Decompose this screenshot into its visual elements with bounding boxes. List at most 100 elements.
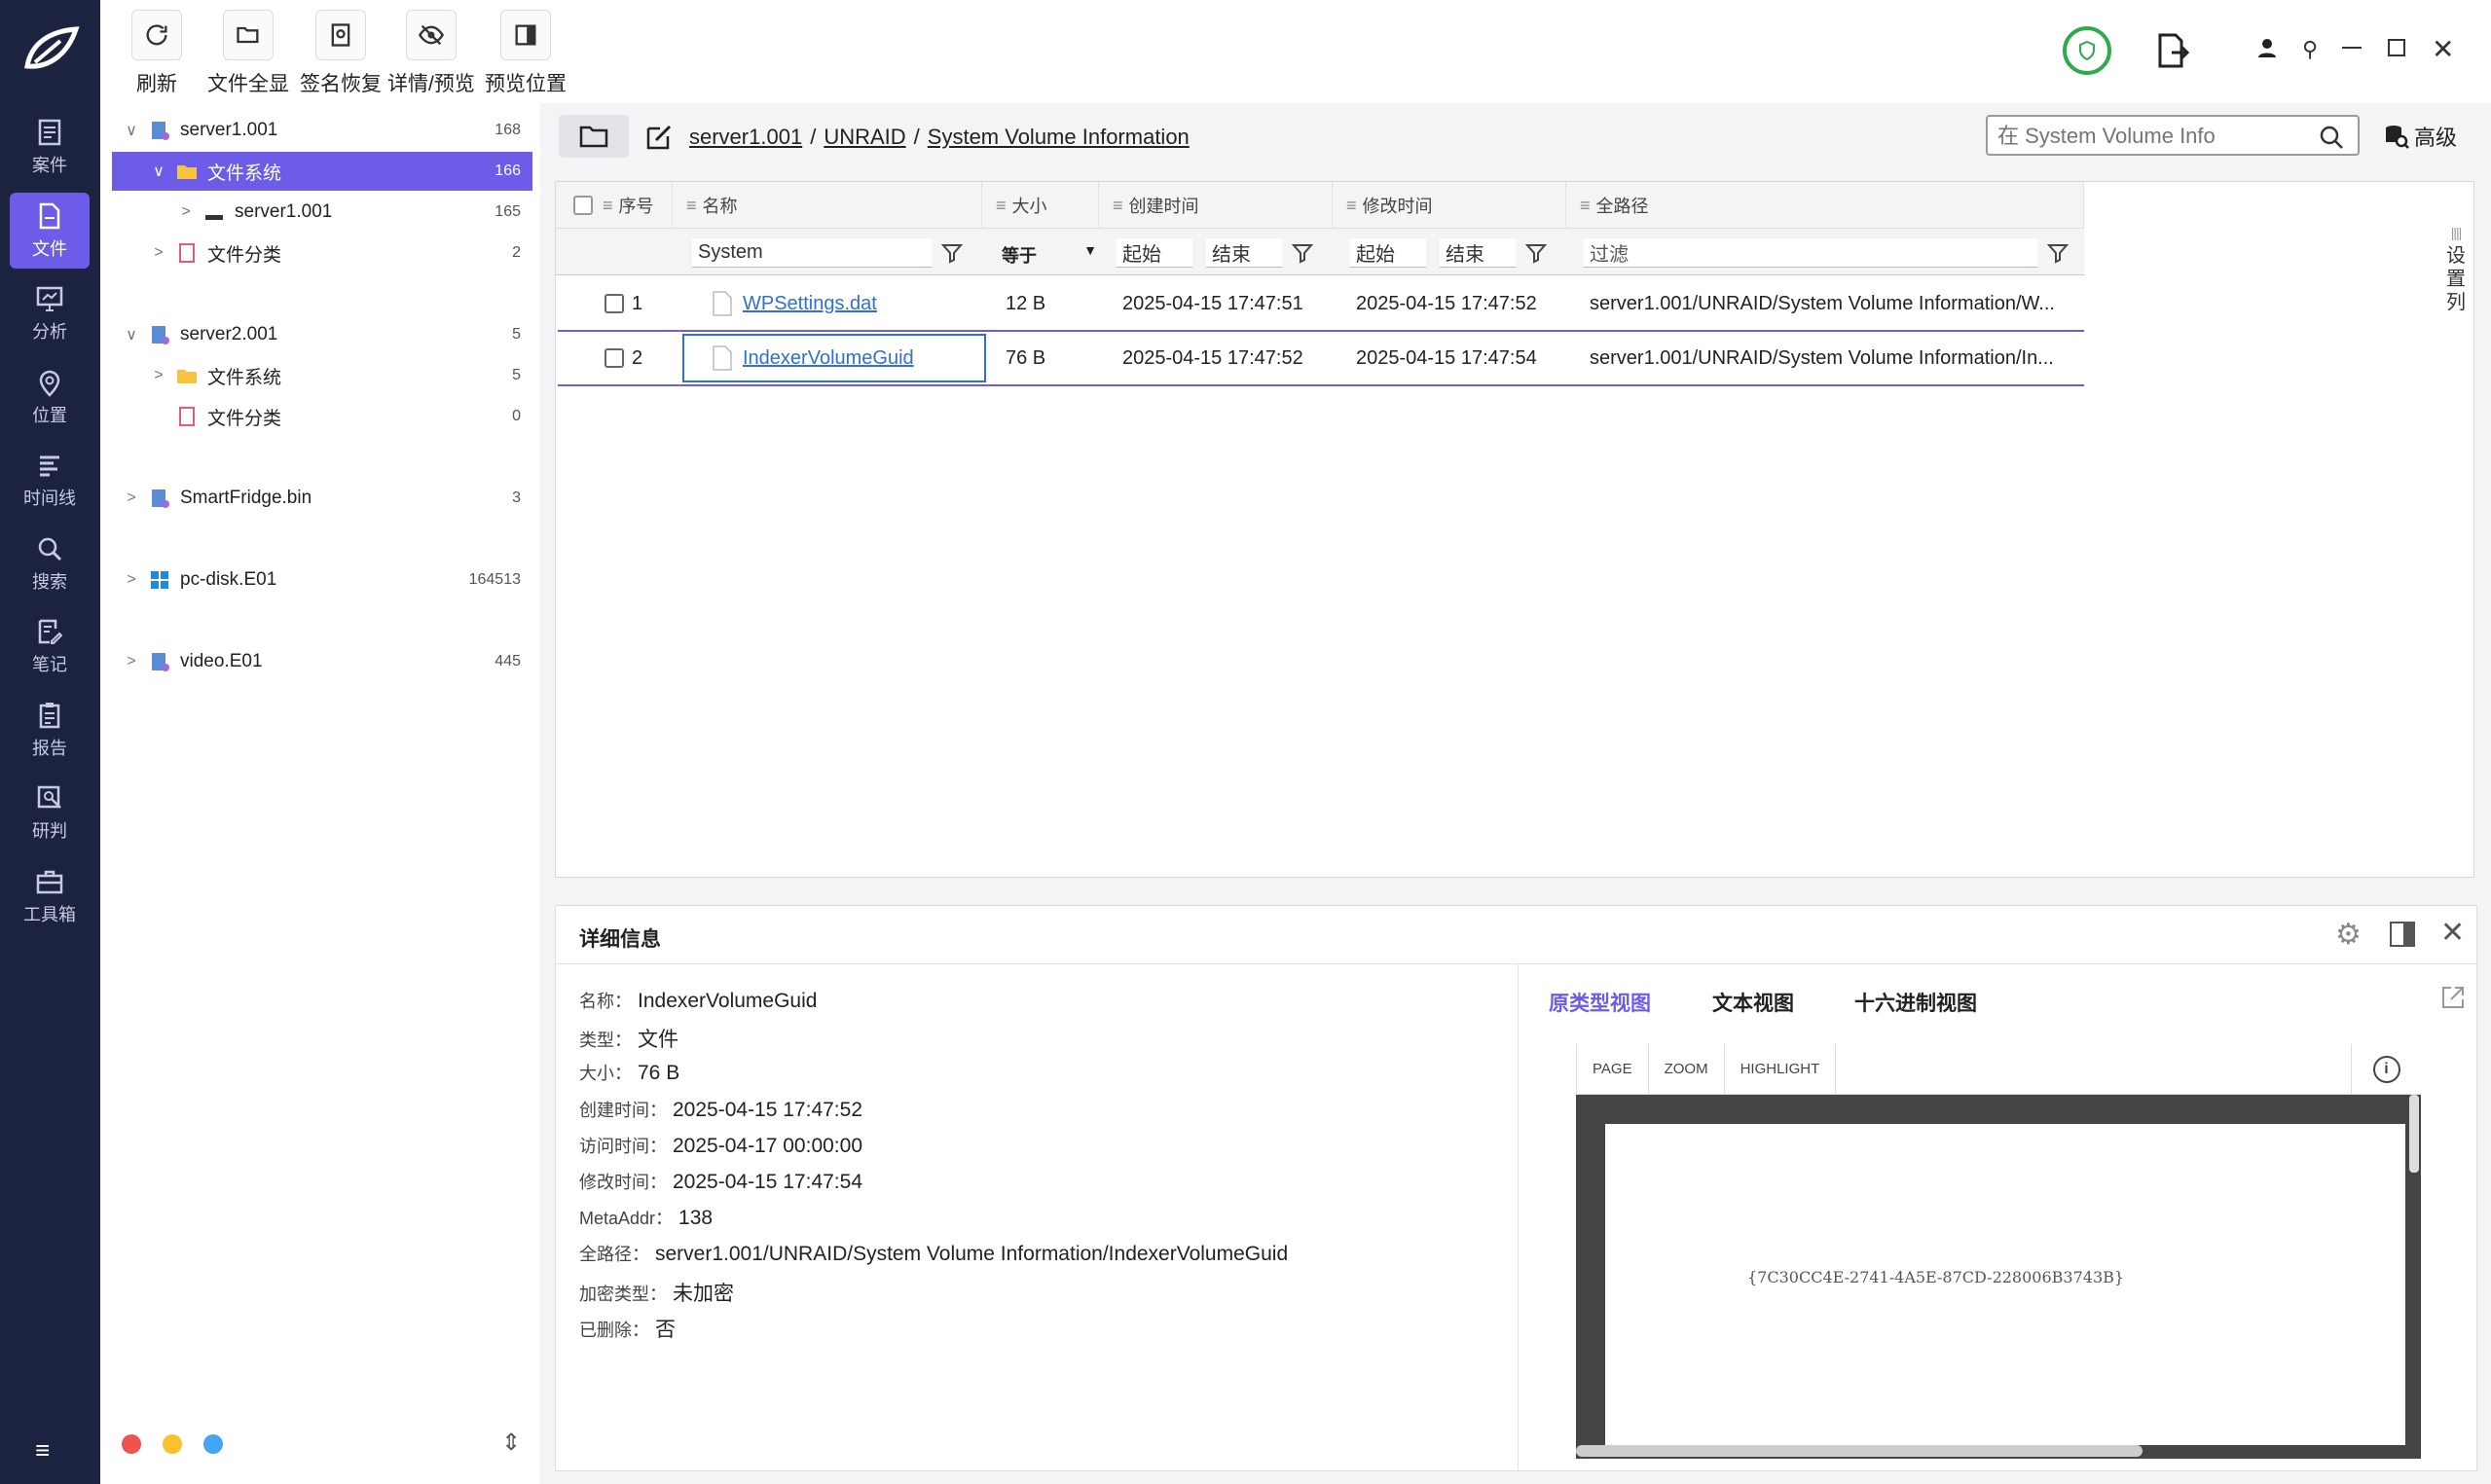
- user-icon[interactable]: [2256, 37, 2278, 58]
- row-checkbox[interactable]: [604, 348, 624, 368]
- tab-text-view[interactable]: 文本视图: [1712, 988, 1794, 1017]
- tab-native-view[interactable]: 原类型视图: [1549, 988, 1651, 1017]
- viewer-zoom-button[interactable]: ZOOM: [1649, 1043, 1725, 1095]
- open-external-icon[interactable]: [2439, 984, 2467, 1011]
- dot-yellow[interactable]: [163, 1434, 182, 1454]
- tree-node[interactable]: > server1.001 165: [112, 193, 532, 232]
- advanced-search-button[interactable]: 高级: [2383, 121, 2457, 152]
- tree-node[interactable]: ∨ server2.001 5: [112, 315, 532, 354]
- breadcrumb-part[interactable]: System Volume Information: [928, 125, 1190, 150]
- tree-node[interactable]: ∨ 文件系统 166: [112, 152, 532, 191]
- table-row[interactable]: 2 IndexerVolumeGuid 76 B 2025-04-15 17:4…: [558, 332, 2084, 386]
- export-icon[interactable]: [2154, 31, 2190, 70]
- panel-layout-icon[interactable]: [2390, 922, 2415, 947]
- folder-button[interactable]: [559, 115, 629, 158]
- select-all-checkbox[interactable]: [573, 196, 593, 215]
- tree-node[interactable]: > pc-disk.E01 164513: [112, 561, 532, 599]
- nav-item-report[interactable]: 报告: [10, 692, 90, 768]
- filter-icon[interactable]: [2047, 242, 2069, 264]
- nav-item-toolbox[interactable]: 工具箱: [10, 858, 90, 934]
- chevron-icon[interactable]: >: [122, 653, 141, 670]
- tree-node[interactable]: > video.E01 445: [112, 642, 532, 681]
- viewer-scrollbar-v[interactable]: [2409, 1095, 2419, 1173]
- ctime-start-input[interactable]: 起始: [1117, 238, 1192, 268]
- header-mtime[interactable]: ≡ 修改时间: [1333, 182, 1566, 229]
- left-nav: 案件 文件 分析位置 时间线 搜索 笔记报告 研判 工具箱 ≡: [0, 0, 100, 1484]
- tree-node[interactable]: 文件分类 0: [112, 397, 532, 436]
- gear-icon[interactable]: ⚙: [2335, 918, 2362, 952]
- chevron-icon[interactable]: >: [122, 489, 141, 507]
- refresh-button[interactable]: 刷新: [131, 10, 182, 97]
- nav-item-note[interactable]: 笔记: [10, 608, 90, 684]
- search-icon[interactable]: [2319, 125, 2344, 150]
- row-checkbox[interactable]: [604, 294, 624, 313]
- signature-recovery-button[interactable]: 签名恢复: [300, 10, 382, 97]
- tree-node[interactable]: ∨ server1.001 168: [112, 111, 532, 150]
- close-icon[interactable]: ✕: [2440, 916, 2465, 950]
- disk-image-icon: [152, 326, 169, 344]
- filter-icon[interactable]: [1525, 242, 1547, 264]
- close-window-icon[interactable]: ✕: [2432, 33, 2454, 65]
- path-filter-input[interactable]: 过滤: [1584, 238, 2037, 268]
- chevron-icon[interactable]: ∨: [122, 121, 141, 140]
- viewer-scrollbar-h[interactable]: [1576, 1445, 2143, 1457]
- search-input[interactable]: [1997, 123, 2299, 150]
- edit-path-icon[interactable]: [644, 123, 674, 152]
- mtime-end-input[interactable]: 结束: [1440, 238, 1516, 268]
- tree-node-label: 文件系统: [207, 367, 282, 388]
- toolbox-icon: [36, 870, 63, 893]
- nav-item-search[interactable]: 搜索: [10, 525, 90, 601]
- breadcrumb-part[interactable]: server1.001: [689, 125, 802, 150]
- nav-item-location[interactable]: 位置: [10, 359, 90, 435]
- nav-item-judge[interactable]: 研判: [10, 775, 90, 851]
- nav-item-case[interactable]: 案件: [10, 109, 90, 185]
- chevron-icon[interactable]: >: [122, 571, 141, 589]
- file-link[interactable]: IndexerVolumeGuid: [743, 347, 914, 370]
- breadcrumb-part[interactable]: UNRAID: [824, 125, 905, 150]
- tree-node[interactable]: > 文件分类 2: [112, 234, 532, 272]
- dot-red[interactable]: [122, 1434, 141, 1454]
- info-icon[interactable]: i: [2351, 1044, 2421, 1095]
- viewer-highlight-button[interactable]: HIGHLIGHT: [1725, 1043, 1837, 1095]
- minimize-icon[interactable]: [2342, 47, 2362, 49]
- nav-item-analysis[interactable]: 分析: [10, 275, 90, 351]
- tab-hex-view[interactable]: 十六进制视图: [1854, 988, 1977, 1017]
- chevron-icon[interactable]: ∨: [122, 325, 141, 344]
- header-index[interactable]: ≡ 序号: [556, 182, 673, 229]
- name-filter-input[interactable]: System: [692, 238, 932, 268]
- pin-icon[interactable]: ⚲: [2302, 37, 2318, 62]
- menu-icon[interactable]: ≡: [35, 1437, 64, 1463]
- dot-blue[interactable]: [203, 1434, 223, 1454]
- filter-icon[interactable]: [941, 242, 963, 264]
- viewer-page-button[interactable]: PAGE: [1576, 1043, 1649, 1095]
- restore-icon[interactable]: [2388, 39, 2405, 56]
- chevron-icon[interactable]: >: [149, 244, 168, 262]
- table-row[interactable]: 1 WPSettings.dat 12 B 2025-04-15 17:47:5…: [558, 277, 2084, 332]
- header-size[interactable]: ≡ 大小: [982, 182, 1099, 229]
- column-settings-button[interactable]: |||| 设置列: [2438, 221, 2473, 314]
- nav-item-file[interactable]: 文件: [10, 192, 90, 269]
- filter-icon[interactable]: [1292, 242, 1313, 264]
- file-link[interactable]: WPSettings.dat: [743, 293, 877, 315]
- search-box[interactable]: [1986, 115, 2360, 156]
- timeline-icon: [40, 455, 59, 477]
- filter-row: System 等于 ▼ 起始 结束 起始 结束 过滤: [556, 229, 2084, 275]
- shield-status-icon[interactable]: [2063, 26, 2111, 75]
- details-preview-button[interactable]: 详情/预览: [387, 10, 475, 97]
- preview-position-button[interactable]: 预览位置: [485, 10, 567, 97]
- chevron-icon[interactable]: >: [176, 203, 196, 221]
- size-operator-select[interactable]: 等于 ▼: [1002, 242, 1097, 268]
- ctime-end-input[interactable]: 结束: [1206, 238, 1282, 268]
- nav-item-timeline[interactable]: 时间线: [10, 442, 90, 518]
- show-all-files-button[interactable]: 文件全显: [207, 10, 289, 97]
- chevron-icon[interactable]: ∨: [149, 162, 168, 181]
- header-ctime[interactable]: ≡ 创建时间: [1099, 182, 1333, 229]
- chevron-icon[interactable]: >: [149, 367, 168, 384]
- collapse-tree-icon[interactable]: ⇕: [501, 1429, 521, 1457]
- tree-node[interactable]: > 文件系统 5: [112, 356, 532, 395]
- folder-icon: [177, 165, 197, 179]
- header-name[interactable]: ≡ 名称: [673, 182, 982, 229]
- header-path[interactable]: ≡ 全路径: [1566, 182, 2084, 229]
- tree-node[interactable]: > SmartFridge.bin 3: [112, 479, 532, 518]
- mtime-start-input[interactable]: 起始: [1350, 238, 1426, 268]
